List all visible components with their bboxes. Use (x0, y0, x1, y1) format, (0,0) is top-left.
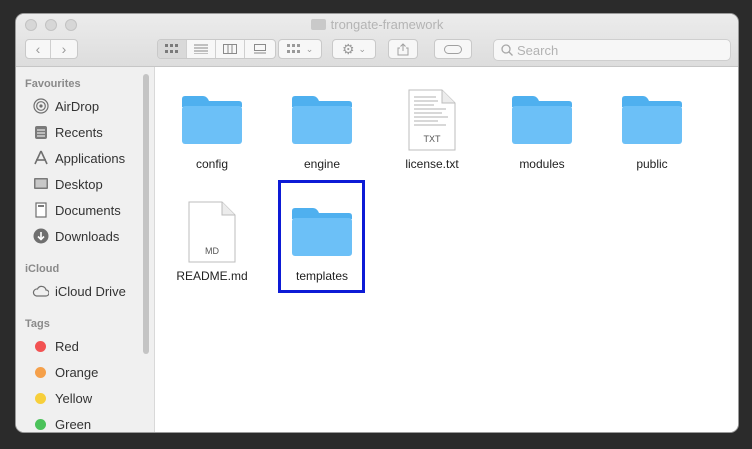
recents-icon (32, 124, 49, 140)
folder-icon (310, 19, 326, 30)
back-button[interactable]: ‹ (26, 40, 51, 58)
file-name: public (636, 157, 668, 171)
share-button[interactable] (388, 39, 418, 59)
file-name: modules (519, 157, 565, 171)
folder-icon (622, 96, 682, 144)
icon-view-button[interactable] (158, 40, 187, 58)
markdown-document-icon: MD (188, 201, 236, 263)
chevron-down-icon: ⌄ (358, 43, 367, 54)
file-type-badge: TXT (424, 134, 442, 144)
action-menu-button[interactable]: ⚙ ⌄ (332, 39, 376, 59)
sidebar-scrollbar[interactable] (143, 74, 149, 354)
sidebar-item-downloads[interactable]: Downloads (32, 226, 119, 246)
edit-tags-button[interactable] (434, 39, 472, 59)
sidebar-item-label: Documents (55, 202, 121, 218)
sidebar-item-label: Orange (55, 364, 99, 380)
sidebar-header-favourites: Favourites (25, 78, 81, 90)
sidebar-item-label: Green (55, 416, 92, 432)
sidebar-item-documents[interactable]: Documents (32, 200, 121, 220)
file-name: README.md (176, 269, 248, 283)
applications-icon (32, 150, 49, 166)
folder-icon (182, 96, 242, 144)
red-tag-dot-icon (35, 340, 46, 352)
sidebar-item-label: Applications (55, 150, 126, 166)
sidebar-item-tag-orange[interactable]: Orange (32, 362, 98, 382)
text-document-icon: TXT (408, 89, 456, 151)
forward-button[interactable]: › (51, 40, 77, 58)
list-view-button[interactable] (187, 40, 216, 58)
titlebar: trongate-framework ‹ › ⌄ ⚙ ⌄ Search (16, 14, 738, 67)
share-icon (397, 42, 409, 55)
file-item-engine[interactable]: engine (272, 76, 372, 186)
sidebar-item-label: Yellow (55, 390, 93, 406)
columns-icon (223, 44, 237, 54)
folder-icon (292, 96, 352, 144)
file-grid: config engine TXT license.txt modules pu… (155, 67, 738, 432)
chevron-right-icon: › (61, 41, 67, 57)
file-name: config (195, 157, 229, 171)
sidebar-item-applications[interactable]: Applications (32, 148, 125, 168)
navigation-buttons: ‹ › (25, 39, 78, 59)
window-title-text: trongate-framework (330, 17, 444, 32)
column-view-button[interactable] (216, 40, 245, 58)
chevron-down-icon: ⌄ (305, 43, 314, 54)
sidebar-item-label: Recents (55, 124, 103, 140)
sidebar-item-recents[interactable]: Recents (32, 122, 103, 142)
sidebar-item-icloud-drive[interactable]: iCloud Drive (32, 281, 126, 301)
file-item-modules[interactable]: modules (492, 76, 592, 186)
grid-icon (286, 44, 300, 53)
sidebar-item-label: iCloud Drive (55, 283, 126, 299)
sidebar-item-label: Red (55, 338, 79, 354)
sidebar-item-label: AirDrop (55, 98, 100, 114)
file-item-public[interactable]: public (602, 76, 702, 186)
search-field[interactable]: Search (493, 39, 731, 61)
search-icon (501, 44, 513, 56)
sidebar-header-tags: Tags (25, 318, 50, 330)
green-tag-dot-icon (35, 418, 46, 430)
documents-icon (32, 202, 49, 218)
window-title: trongate-framework (16, 17, 738, 32)
downloads-icon (32, 228, 49, 244)
icon-grid-icon (165, 44, 178, 53)
sidebar-item-tag-green[interactable]: Green (32, 414, 91, 432)
file-item-config[interactable]: config (162, 76, 262, 186)
chevron-left-icon: ‹ (35, 41, 41, 57)
gallery-view-button[interactable] (245, 40, 274, 58)
view-mode-control (157, 39, 276, 59)
folder-icon (512, 96, 572, 144)
sidebar-item-label: Desktop (55, 176, 103, 192)
finder-window: trongate-framework ‹ › ⌄ ⚙ ⌄ Search Favo… (16, 14, 738, 432)
airdrop-icon (32, 98, 49, 114)
search-placeholder: Search (517, 43, 559, 58)
sidebar-header-icloud: iCloud (25, 263, 60, 275)
file-type-badge: MD (205, 246, 219, 256)
tag-icon (444, 44, 462, 54)
sidebar-item-desktop[interactable]: Desktop (32, 174, 103, 194)
file-item-readme-md[interactable]: MD README.md (162, 188, 262, 298)
list-icon (194, 44, 208, 54)
sidebar-item-tag-red[interactable]: Red (32, 336, 79, 356)
file-name: license.txt (405, 157, 459, 171)
gallery-icon (253, 44, 266, 54)
file-item-license-txt[interactable]: TXT license.txt (382, 76, 482, 186)
yellow-tag-dot-icon (35, 392, 46, 404)
file-name: engine (303, 157, 341, 171)
gear-icon: ⚙ (341, 40, 355, 57)
sidebar-item-airdrop[interactable]: AirDrop (32, 96, 99, 116)
sidebar-item-label: Downloads (55, 228, 120, 244)
sidebar: Favourites AirDrop Recents Applications … (16, 67, 155, 432)
orange-tag-dot-icon (35, 366, 46, 378)
highlight-box (278, 180, 365, 293)
cloud-icon (32, 283, 49, 299)
desktop-icon (32, 176, 49, 192)
sidebar-item-tag-yellow[interactable]: Yellow (32, 388, 92, 408)
group-by-button[interactable]: ⌄ (278, 39, 322, 59)
